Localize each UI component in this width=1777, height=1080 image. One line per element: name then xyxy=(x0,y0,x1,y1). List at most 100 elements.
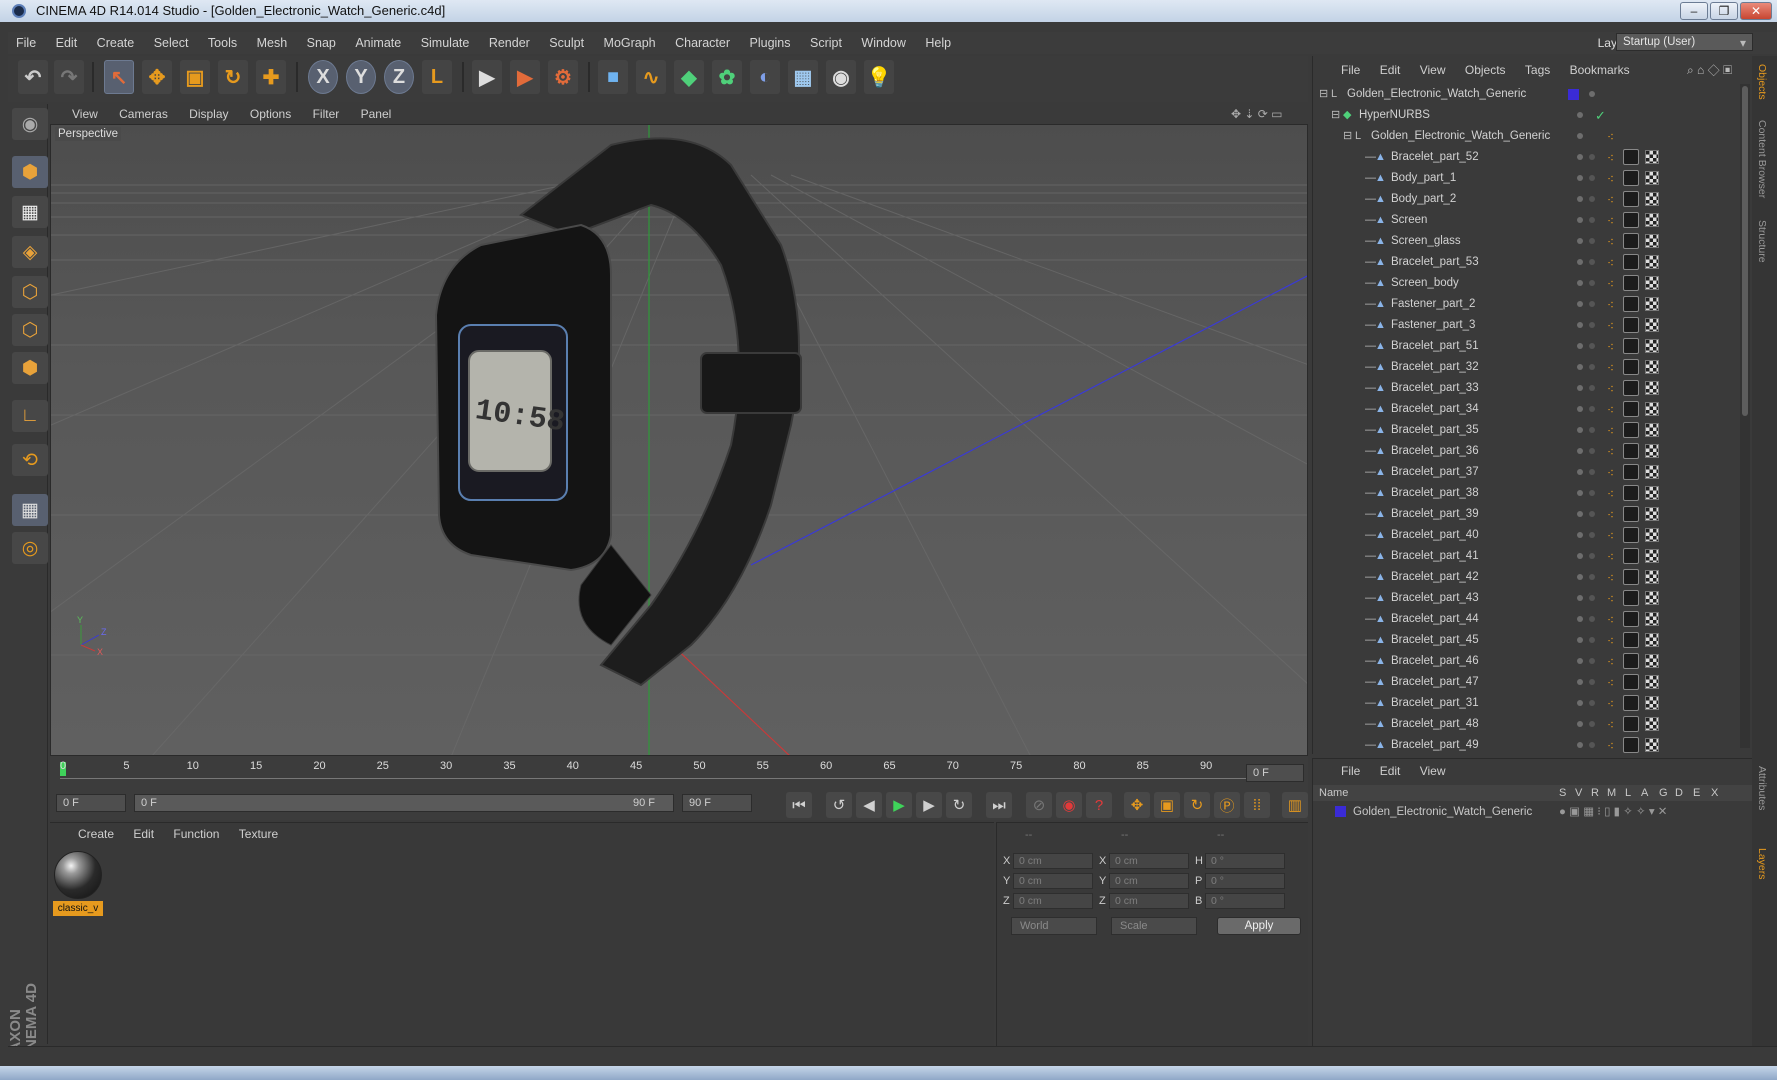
object-row[interactable]: — ▲ Bracelet_part_40 ⁖ xyxy=(1313,525,1739,546)
render-dot[interactable] xyxy=(1589,364,1595,370)
render-dot[interactable] xyxy=(1589,301,1595,307)
material-menu-create[interactable]: Create xyxy=(70,823,122,845)
render-dot[interactable] xyxy=(1589,406,1595,412)
visibility-dot[interactable] xyxy=(1577,385,1583,391)
object-row[interactable]: — ▲ Bracelet_part_46 ⁖ xyxy=(1313,651,1739,672)
render-dot[interactable] xyxy=(1589,721,1595,727)
render-dot[interactable] xyxy=(1589,175,1595,181)
viewport-menu-display[interactable]: Display xyxy=(180,104,237,124)
material-tag-icon[interactable] xyxy=(1623,296,1639,312)
play-button[interactable]: ▶ xyxy=(886,792,912,818)
phong-tag-icon[interactable]: ⁖ xyxy=(1607,487,1621,501)
visibility-dot[interactable] xyxy=(1577,511,1583,517)
material-tag-icon[interactable] xyxy=(1623,653,1639,669)
visibility-dot[interactable] xyxy=(1577,469,1583,475)
material-tag-icon[interactable] xyxy=(1623,464,1639,480)
material-tag-icon[interactable] xyxy=(1623,422,1639,438)
object-row[interactable]: — ▲ Bracelet_part_39 ⁖ xyxy=(1313,504,1739,525)
snap-grid-icon[interactable]: ▦ xyxy=(12,494,48,526)
menu-sculpt[interactable]: Sculpt xyxy=(541,32,592,54)
render-dot[interactable] xyxy=(1589,595,1595,601)
material-tag-icon[interactable] xyxy=(1623,506,1639,522)
menu-tools[interactable]: Tools xyxy=(200,32,245,54)
menu-create[interactable]: Create xyxy=(89,32,143,54)
texture-tag-icon[interactable] xyxy=(1645,528,1659,542)
visibility-dot[interactable] xyxy=(1577,700,1583,706)
material-tag-icon[interactable] xyxy=(1623,485,1639,501)
phong-tag-icon[interactable]: ⁖ xyxy=(1607,403,1621,417)
render-dot[interactable] xyxy=(1589,259,1595,265)
key-help-icon[interactable]: ? xyxy=(1086,792,1112,818)
object-row[interactable]: — ▲ Fastener_part_2 ⁖ xyxy=(1313,294,1739,315)
spline-button[interactable]: ∿ xyxy=(636,60,666,94)
visibility-dot[interactable] xyxy=(1577,427,1583,433)
previous-frame-button[interactable]: ◀ xyxy=(856,792,882,818)
object-row[interactable]: — ▲ Bracelet_part_49 ⁖ xyxy=(1313,735,1739,756)
key-move-icon[interactable]: ✥ xyxy=(1124,792,1150,818)
material-tag-icon[interactable] xyxy=(1623,548,1639,564)
apply-button[interactable]: Apply xyxy=(1217,917,1301,935)
material-tag-icon[interactable] xyxy=(1623,401,1639,417)
make-editable-icon[interactable]: ◉ xyxy=(12,108,48,140)
key-pla-icon[interactable]: ⁞⁞ xyxy=(1244,792,1270,818)
object-row[interactable]: — ▲ Bracelet_part_38 ⁖ xyxy=(1313,483,1739,504)
render-dot[interactable] xyxy=(1589,532,1595,538)
viewport-nav-icons[interactable]: ✥ ⇣ ⟳ ▭ xyxy=(1222,104,1292,124)
size-mode-dropdown[interactable]: Scale xyxy=(1111,917,1197,935)
side-tab-content-browser[interactable]: Content Browser xyxy=(1756,120,1768,198)
material-menu-function[interactable]: Function xyxy=(165,823,227,845)
material-tag-icon[interactable] xyxy=(1623,317,1639,333)
live-selection-tool[interactable]: ↖ xyxy=(104,60,134,94)
object-menu-view[interactable]: View xyxy=(1412,60,1454,80)
object-row[interactable]: — ▲ Body_part_1 ⁖ xyxy=(1313,168,1739,189)
object-row[interactable]: — ▲ Bracelet_part_37 ⁖ xyxy=(1313,462,1739,483)
render-dot[interactable] xyxy=(1589,469,1595,475)
layer-menu-edit[interactable]: Edit xyxy=(1372,761,1409,781)
texture-tag-icon[interactable] xyxy=(1645,423,1659,437)
key-rotate-icon[interactable]: ↻ xyxy=(1184,792,1210,818)
texture-mode-icon[interactable]: ▦ xyxy=(12,196,48,228)
texture-tag-icon[interactable] xyxy=(1645,507,1659,521)
object-row[interactable]: — ▲ Bracelet_part_42 ⁖ xyxy=(1313,567,1739,588)
side-tab-layers[interactable]: Layers xyxy=(1756,848,1768,880)
texture-tag-icon[interactable] xyxy=(1645,150,1659,164)
add-object-tool[interactable]: ✚ xyxy=(256,60,286,94)
timeline-window-icon[interactable]: ▥ xyxy=(1282,792,1308,818)
phong-tag-icon[interactable]: ⁖ xyxy=(1607,634,1621,648)
scale-tool[interactable]: ▣ xyxy=(180,60,210,94)
visibility-dot[interactable] xyxy=(1577,616,1583,622)
visibility-dot[interactable] xyxy=(1577,553,1583,559)
texture-tag-icon[interactable] xyxy=(1645,339,1659,353)
coordinate-system-button[interactable]: L xyxy=(422,60,452,94)
render-dot[interactable] xyxy=(1589,154,1595,160)
phong-tag-icon[interactable]: ⁖ xyxy=(1607,214,1621,228)
texture-tag-icon[interactable] xyxy=(1645,318,1659,332)
phong-tag-icon[interactable]: ⁖ xyxy=(1607,235,1621,249)
y-axis-lock-button[interactable]: Y xyxy=(346,60,376,94)
visibility-dot[interactable] xyxy=(1577,490,1583,496)
phong-tag-icon[interactable]: ⁖ xyxy=(1607,613,1621,627)
render-picture-viewer-button[interactable]: ▶ xyxy=(510,60,540,94)
render-dot[interactable] xyxy=(1589,490,1595,496)
material-tag-icon[interactable] xyxy=(1623,170,1639,186)
size-y-field[interactable]: 0 cm xyxy=(1109,873,1189,889)
phong-tag-icon[interactable]: ⁖ xyxy=(1607,697,1621,711)
lock-workplane-icon[interactable]: ◎ xyxy=(12,532,48,564)
move-tool[interactable]: ✥ xyxy=(142,60,172,94)
undo-button[interactable]: ↶ xyxy=(18,60,48,94)
menu-file[interactable]: File xyxy=(8,32,44,54)
material-swatch[interactable] xyxy=(54,851,102,899)
menu-snap[interactable]: Snap xyxy=(299,32,344,54)
model-mode-icon[interactable]: ⬢ xyxy=(12,156,48,188)
material-tag-icon[interactable] xyxy=(1623,275,1639,291)
start-frame-field[interactable]: 0 F xyxy=(56,794,126,812)
texture-tag-icon[interactable] xyxy=(1645,234,1659,248)
next-frame-button[interactable]: ▶ xyxy=(916,792,942,818)
phong-tag-icon[interactable]: ⁖ xyxy=(1607,193,1621,207)
key-scale-icon[interactable]: ▣ xyxy=(1154,792,1180,818)
texture-tag-icon[interactable] xyxy=(1645,591,1659,605)
object-row[interactable]: — ▲ Fastener_part_3 ⁖ xyxy=(1313,315,1739,336)
visibility-dot[interactable] xyxy=(1577,679,1583,685)
size-x-field[interactable]: 0 cm xyxy=(1109,853,1189,869)
visibility-dot[interactable] xyxy=(1577,280,1583,286)
